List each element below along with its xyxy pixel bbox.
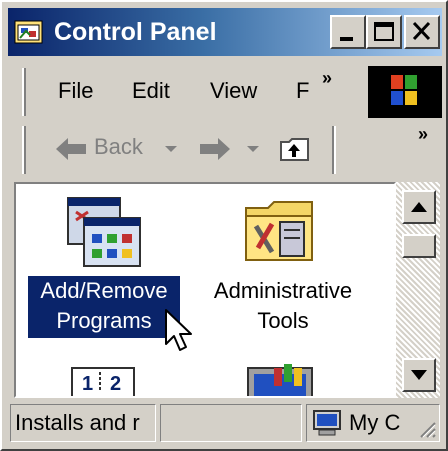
- mouse-cursor-icon: [165, 309, 192, 351]
- item-administrative-tools[interactable]: Administrative Tools: [198, 184, 368, 354]
- maximize-icon: [374, 22, 394, 41]
- arrow-up-icon: [411, 202, 427, 212]
- forward-arrow-icon[interactable]: [198, 136, 232, 162]
- arrow-down-icon: [411, 370, 427, 380]
- label-line-2: Programs: [56, 308, 152, 333]
- toolbar-overflow-chevron[interactable]: »: [418, 124, 428, 145]
- scroll-thumb[interactable]: [402, 234, 436, 258]
- minimize-button[interactable]: [330, 15, 366, 49]
- my-computer-icon: [313, 410, 341, 436]
- label-line-2: Tools: [257, 308, 309, 333]
- close-icon: [412, 21, 431, 41]
- status-panel-empty: [160, 404, 302, 442]
- menu-file[interactable]: File: [58, 78, 93, 104]
- item-display[interactable]: [244, 362, 334, 396]
- standard-toolbar: Back »: [14, 122, 442, 178]
- status-bar: Installs and r My C: [10, 400, 442, 446]
- administrative-tools-icon: [245, 201, 313, 261]
- toolbar-separator: [332, 126, 336, 174]
- item-label: Administrative Tools: [198, 276, 368, 338]
- date-time-icon: 1 2: [71, 367, 135, 396]
- vertical-scrollbar[interactable]: [396, 182, 440, 398]
- back-dropdown-icon[interactable]: [164, 144, 178, 154]
- forward-dropdown-icon[interactable]: [246, 144, 260, 154]
- item-label: Add/Remove Programs: [28, 276, 180, 338]
- menu-favorites[interactable]: F: [296, 78, 309, 104]
- icon-view[interactable]: Add/Remove Programs Administrative Tools: [14, 182, 396, 398]
- svg-text:2: 2: [110, 373, 121, 395]
- menu-view[interactable]: View: [210, 78, 257, 104]
- resize-grip-icon[interactable]: [417, 419, 437, 439]
- close-button[interactable]: [404, 15, 440, 49]
- label-line-1: Add/Remove: [40, 278, 168, 303]
- menu-overflow-chevron[interactable]: »: [322, 68, 332, 89]
- toolbar-grip[interactable]: [22, 126, 26, 174]
- control-panel-icon: [14, 20, 43, 44]
- minimize-icon: [340, 37, 353, 41]
- menu-bar-grip[interactable]: [22, 68, 26, 116]
- up-folder-icon[interactable]: [278, 134, 312, 164]
- item-date-time[interactable]: 1 2: [66, 362, 156, 396]
- scroll-down-button[interactable]: [402, 358, 436, 392]
- maximize-button[interactable]: [366, 15, 402, 49]
- add-remove-programs-icon: [67, 197, 141, 267]
- svg-text:1: 1: [82, 373, 93, 395]
- back-arrow-icon[interactable]: [54, 136, 88, 162]
- display-icon: [247, 364, 313, 396]
- window-title: Control Panel: [54, 18, 217, 46]
- control-panel-window: Control Panel File Edit View F » Back » …: [0, 0, 448, 451]
- menu-edit[interactable]: Edit: [132, 78, 170, 104]
- windows-logo: [368, 66, 442, 118]
- back-button[interactable]: Back: [94, 134, 143, 160]
- scroll-up-button[interactable]: [402, 190, 436, 224]
- windows-flag-icon: [391, 75, 417, 105]
- status-zone-panel: My C: [306, 404, 440, 442]
- title-bar[interactable]: Control Panel: [8, 8, 442, 56]
- status-location: My C: [349, 410, 401, 435]
- label-line-1: Administrative: [213, 278, 353, 303]
- status-description: Installs and r: [10, 404, 156, 442]
